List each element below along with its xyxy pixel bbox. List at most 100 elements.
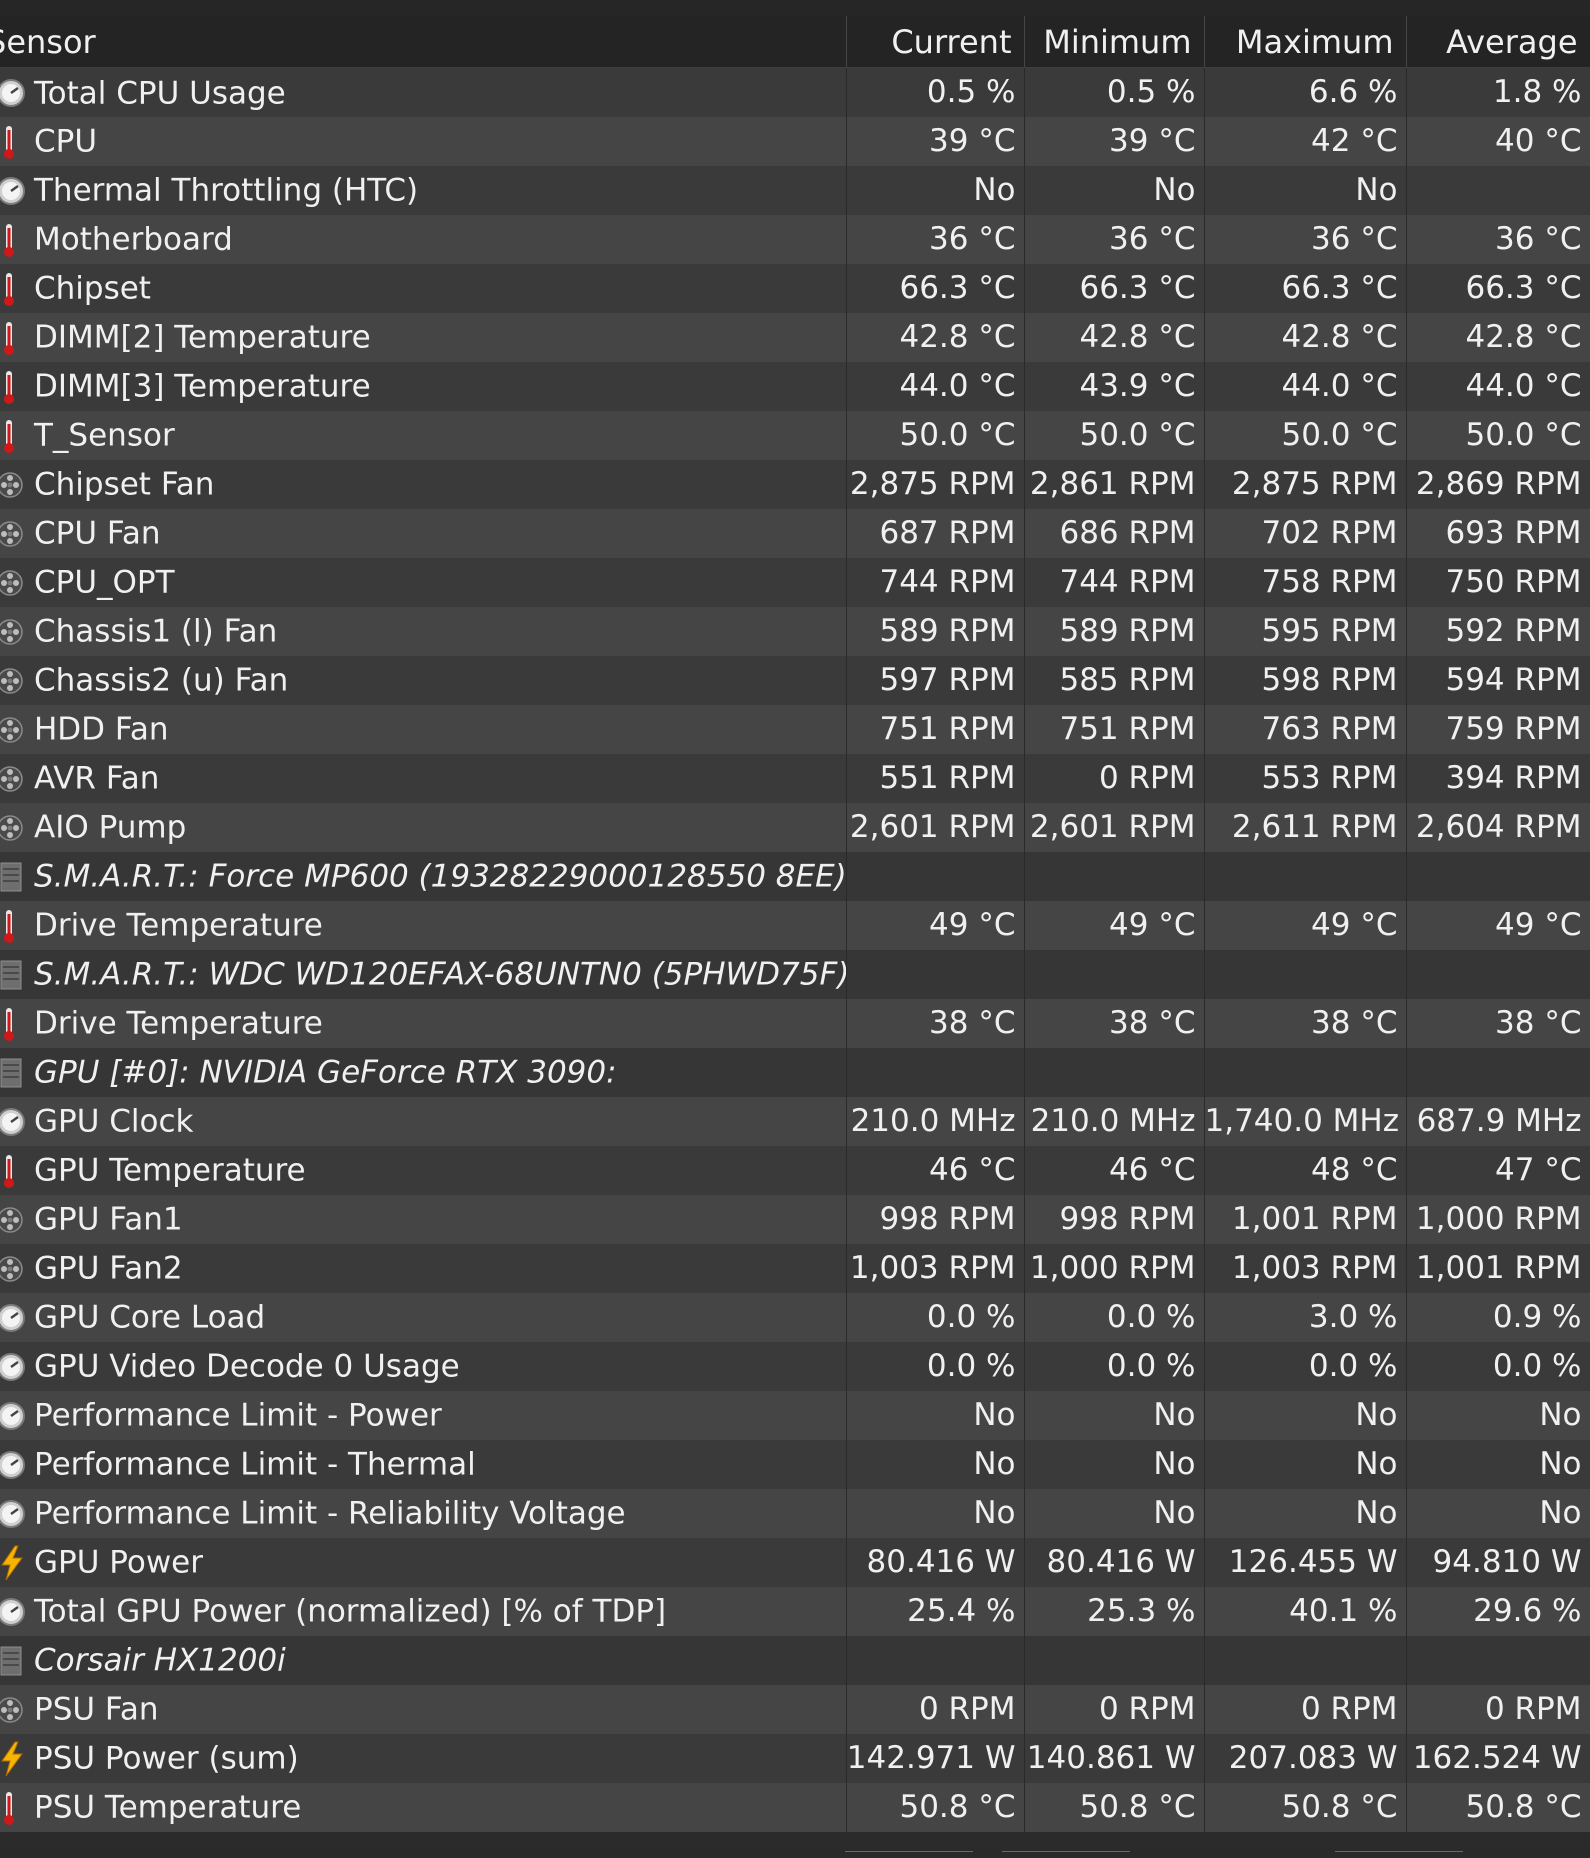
maximum-value: 42.8 °C (1204, 312, 1407, 362)
minimum-value: No (1024, 1390, 1205, 1440)
minimum-value: 585 RPM (1024, 655, 1205, 705)
sensor-row[interactable]: Drive Temperature 49 °C 49 °C 49 °C 49 °C (0, 900, 1590, 950)
sensor-name-cell: Performance Limit - Reliability Voltage (0, 1488, 847, 1538)
sensor-label-hdd-fan: HDD Fan (34, 711, 169, 748)
sensor-row[interactable]: GPU Core Load 0.0 % 0.0 % 3.0 % 0.9 % (0, 1292, 1590, 1342)
current-value (846, 1635, 1025, 1685)
sensor-row[interactable]: Performance Limit - Power No No No No (0, 1390, 1590, 1440)
average-value: 2,869 RPM (1406, 459, 1590, 509)
sensor-label-gpu-video-decode-0-usage: GPU Video Decode 0 Usage (34, 1348, 460, 1385)
sensor-row[interactable]: PSU Temperature 50.8 °C 50.8 °C 50.8 °C 50.8… (0, 1782, 1590, 1832)
minimum-value: 0 RPM (1024, 1684, 1205, 1734)
minimum-value: 589 RPM (1024, 606, 1205, 656)
fan-icon (0, 614, 28, 650)
sensor-row[interactable]: PSU Power (sum) 142.971 W 140.861 W 207.083… (0, 1733, 1590, 1783)
sensor-row[interactable]: AVR Fan 551 RPM 0 RPM 553 RPM 394 RPM (0, 753, 1590, 803)
sensor-label-chipset-fan: Chipset Fan (34, 466, 215, 503)
sensor-name-cell: AVR Fan (0, 753, 847, 803)
average-value: 0.9 % (1406, 1292, 1590, 1342)
thermometer-icon (0, 320, 28, 356)
sensor-row[interactable]: Chassis1 (l) Fan 589 RPM 589 RPM 595 RPM 592… (0, 606, 1590, 656)
fan-icon (0, 1692, 28, 1728)
sensor-group-row[interactable]: Corsair HX1200i (0, 1635, 1590, 1685)
sensor-label-gpu-fan1: GPU Fan1 (34, 1201, 183, 1238)
average-value: 66.3 °C (1406, 263, 1590, 313)
sensor-row[interactable]: GPU Clock 210.0 MHz 210.0 MHz 1,740.0 MHz 68… (0, 1096, 1590, 1146)
sensor-row[interactable]: DIMM[2] Temperature 42.8 °C 42.8 °C 42.8 °C… (0, 312, 1590, 362)
sensor-row[interactable]: Chassis2 (u) Fan 597 RPM 585 RPM 598 RPM 594… (0, 655, 1590, 705)
average-value: 759 RPM (1406, 704, 1590, 754)
sensor-row[interactable]: Thermal Throttling (HTC) No No No (0, 165, 1590, 215)
sensor-row[interactable]: Total CPU Usage 0.5 % 0.5 % 6.6 % 1.8 % (0, 67, 1590, 117)
column-header-average[interactable]: Average (1406, 16, 1590, 68)
sensor-row[interactable]: CPU 39 °C 39 °C 42 °C 40 °C (0, 116, 1590, 166)
current-value (846, 1047, 1025, 1097)
sensor-row[interactable]: T_Sensor 50.0 °C 50.0 °C 50.0 °C 50.0 °C (0, 410, 1590, 460)
sensor-row[interactable]: PSU Fan 0 RPM 0 RPM 0 RPM 0 RPM (0, 1684, 1590, 1734)
sensor-label-chassis2-u-fan: Chassis2 (u) Fan (34, 662, 289, 699)
sensor-group-row[interactable]: S.M.A.R.T.: WDC WD120EFAX-68UNTN0 (5PHWD… (0, 949, 1590, 999)
current-value: 597 RPM (846, 655, 1025, 705)
sensor-row[interactable]: GPU Temperature 46 °C 46 °C 48 °C 47 °C (0, 1145, 1590, 1195)
average-value: 687.9 MHz (1406, 1096, 1590, 1146)
maximum-value: 126.455 W (1204, 1537, 1407, 1587)
minimum-value: 25.3 % (1024, 1586, 1205, 1636)
current-value: No (846, 1488, 1025, 1538)
minimum-value: 80.416 W (1024, 1537, 1205, 1587)
bottom-toolbar (0, 1848, 1590, 1857)
current-value (846, 851, 1025, 901)
sensor-group-row[interactable]: GPU [#0]: NVIDIA GeForce RTX 3090: (0, 1047, 1590, 1097)
sensor-label-s-m-a-r-t-wdc-wd120efax-68untn0-5phwd75f: S.M.A.R.T.: WDC WD120EFAX-68UNTN0 (5PHWD… (34, 956, 846, 993)
minimum-value: 0.0 % (1024, 1292, 1205, 1342)
average-value: No (1406, 1390, 1590, 1440)
sensor-row[interactable]: HDD Fan 751 RPM 751 RPM 763 RPM 759 RPM (0, 704, 1590, 754)
sensor-row[interactable]: GPU Video Decode 0 Usage 0.0 % 0.0 % 0.0 % 0… (0, 1341, 1590, 1391)
sensor-row[interactable]: GPU Fan2 1,003 RPM 1,000 RPM 1,003 RPM 1,001… (0, 1243, 1590, 1293)
sensor-row[interactable]: Chipset Fan 2,875 RPM 2,861 RPM 2,875 RPM 2,… (0, 459, 1590, 509)
sensor-row[interactable]: DIMM[3] Temperature 44.0 °C 43.9 °C 44.0 °C… (0, 361, 1590, 411)
sensor-name-cell: Chipset (0, 263, 847, 313)
minimum-value: 39 °C (1024, 116, 1205, 166)
column-header-minimum[interactable]: Minimum (1024, 16, 1205, 68)
minimum-value: 0.0 % (1024, 1341, 1205, 1391)
sensor-row[interactable]: GPU Power 80.416 W 80.416 W 126.455 W 94.810… (0, 1537, 1590, 1587)
maximum-value: 38 °C (1204, 998, 1407, 1048)
sensor-row[interactable]: Chipset 66.3 °C 66.3 °C 66.3 °C 66.3 °C (0, 263, 1590, 313)
sensor-row[interactable]: AIO Pump 2,601 RPM 2,601 RPM 2,611 RPM 2,604… (0, 802, 1590, 852)
average-value (1406, 949, 1590, 999)
sensor-label-gpu-temperature: GPU Temperature (34, 1152, 306, 1189)
current-value: 36 °C (846, 214, 1025, 264)
sensor-row[interactable]: Performance Limit - Reliability Voltage N… (0, 1488, 1590, 1538)
maximum-value: 50.0 °C (1204, 410, 1407, 460)
gauge-icon (0, 1496, 28, 1532)
sensor-name-cell: Performance Limit - Thermal (0, 1439, 847, 1489)
average-value: 394 RPM (1406, 753, 1590, 803)
sensor-name-cell: GPU [#0]: NVIDIA GeForce RTX 3090: (0, 1047, 847, 1097)
sensor-row[interactable]: CPU_OPT 744 RPM 744 RPM 758 RPM 750 RPM (0, 557, 1590, 607)
sensor-row[interactable]: Drive Temperature 38 °C 38 °C 38 °C 38 °C (0, 998, 1590, 1048)
sensor-name-cell: Chassis2 (u) Fan (0, 655, 847, 705)
average-value (1406, 1047, 1590, 1097)
fan-icon (0, 516, 28, 552)
sensor-row[interactable]: Motherboard 36 °C 36 °C 36 °C 36 °C (0, 214, 1590, 264)
current-value: 0.0 % (846, 1292, 1025, 1342)
minimum-value: No (1024, 1439, 1205, 1489)
gauge-icon (0, 1447, 28, 1483)
column-header-maximum[interactable]: Maximum (1204, 16, 1407, 68)
sensor-label-avr-fan: AVR Fan (34, 760, 160, 797)
column-header-current[interactable]: Current (846, 16, 1025, 68)
average-value (1406, 851, 1590, 901)
sensor-label-chipset: Chipset (34, 270, 151, 307)
sensor-name-cell: AIO Pump (0, 802, 847, 852)
sensor-row[interactable]: Total GPU Power (normalized) [% of TDP] 2… (0, 1586, 1590, 1636)
sensor-row[interactable]: CPU Fan 687 RPM 686 RPM 702 RPM 693 RPM (0, 508, 1590, 558)
current-value: 50.0 °C (846, 410, 1025, 460)
sensor-row[interactable]: GPU Fan1 998 RPM 998 RPM 1,001 RPM 1,000 RPM (0, 1194, 1590, 1244)
sensor-group-row[interactable]: S.M.A.R.T.: Force MP600 (193282290001285… (0, 851, 1590, 901)
column-header-sensor[interactable]: Sensor (0, 16, 847, 68)
sensor-label-thermal-throttling-htc: Thermal Throttling (HTC) (34, 172, 419, 209)
sensor-name-cell: CPU_OPT (0, 557, 847, 607)
sensor-name-cell: GPU Fan1 (0, 1194, 847, 1244)
average-value: 36 °C (1406, 214, 1590, 264)
sensor-row[interactable]: Performance Limit - Thermal No No No No (0, 1439, 1590, 1489)
